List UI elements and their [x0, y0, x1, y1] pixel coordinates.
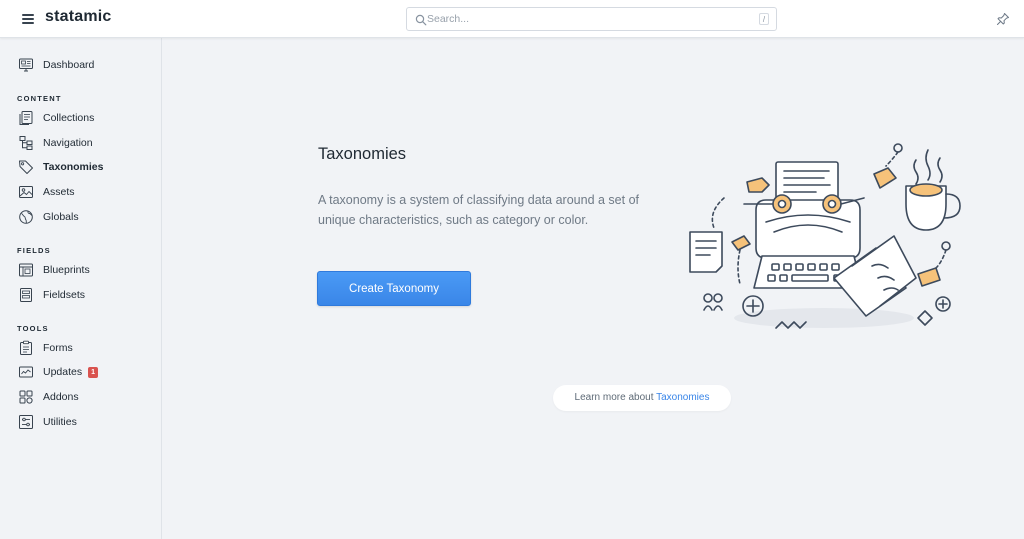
menu-toggle-icon[interactable]	[22, 14, 34, 24]
global-search[interactable]: /	[406, 7, 777, 31]
sidebar-item-label: Taxonomies	[43, 161, 104, 173]
sidebar-item-label: Collections	[43, 112, 95, 124]
sidebar-item-taxonomies[interactable]: Taxonomies	[18, 158, 104, 176]
sidebar-item-utilities[interactable]: Utilities	[18, 413, 77, 431]
section-title-content: CONTENT	[17, 94, 62, 103]
assets-icon	[19, 186, 33, 198]
sidebar-item-label: Addons	[43, 391, 79, 403]
sidebar-item-label: Fieldsets	[43, 289, 86, 301]
sidebar-item-globals[interactable]: Globals	[18, 208, 79, 226]
fieldsets-icon	[20, 288, 32, 302]
sidebar: Dashboard CONTENT Collections Navigation…	[0, 38, 162, 539]
sidebar-item-label: Blueprints	[43, 264, 90, 276]
sidebar-item-label: Utilities	[43, 416, 77, 428]
updates-icon	[19, 366, 33, 378]
learn-more-link[interactable]: Taxonomies	[656, 392, 709, 403]
sidebar-item-forms[interactable]: Forms	[18, 339, 73, 357]
sidebar-item-label: Assets	[43, 186, 75, 198]
sidebar-item-collections[interactable]: Collections	[18, 109, 94, 127]
pin-icon[interactable]	[996, 12, 1010, 26]
sidebar-item-addons[interactable]: Addons	[18, 388, 79, 406]
learn-more-text: Learn more about	[574, 392, 654, 403]
sidebar-item-updates[interactable]: Updates 1	[18, 363, 99, 381]
top-bar: statamic /	[0, 0, 1024, 38]
tag-icon	[19, 160, 33, 174]
typewriter-illustration	[689, 143, 961, 329]
section-title-fields: FIELDS	[17, 246, 51, 255]
sidebar-item-blueprints[interactable]: Blueprints	[18, 261, 90, 279]
dashboard-icon	[19, 58, 33, 72]
navigation-icon	[19, 136, 33, 150]
sidebar-item-label: Forms	[43, 342, 73, 354]
section-title-tools: TOOLS	[17, 324, 49, 333]
create-taxonomy-button[interactable]: Create Taxonomy	[317, 271, 471, 306]
sidebar-item-label: Navigation	[43, 137, 93, 149]
search-icon	[415, 14, 427, 26]
blueprints-icon	[19, 263, 33, 277]
addons-icon	[19, 390, 33, 404]
forms-icon	[20, 340, 32, 355]
sidebar-item-label: Globals	[43, 211, 79, 223]
sidebar-item-assets[interactable]: Assets	[18, 183, 75, 201]
sidebar-item-navigation[interactable]: Navigation	[18, 134, 93, 152]
sidebar-item-fieldsets[interactable]: Fieldsets	[18, 286, 85, 304]
utilities-icon	[19, 415, 33, 429]
brand-logo[interactable]: statamic	[45, 8, 112, 26]
search-input[interactable]	[427, 10, 747, 28]
globe-icon	[19, 210, 33, 224]
search-shortcut-hint: /	[759, 13, 769, 25]
updates-count-badge: 1	[88, 366, 99, 378]
sidebar-item-label: Updates	[43, 366, 83, 378]
collections-icon	[19, 111, 33, 125]
sidebar-item-dashboard[interactable]: Dashboard	[18, 56, 94, 74]
empty-state-description: A taxonomy is a system of classifying da…	[318, 193, 639, 227]
sidebar-item-label: Dashboard	[43, 59, 95, 71]
page-title: Taxonomies	[318, 145, 407, 163]
learn-more-pill: Learn more about Taxonomies	[553, 385, 731, 411]
